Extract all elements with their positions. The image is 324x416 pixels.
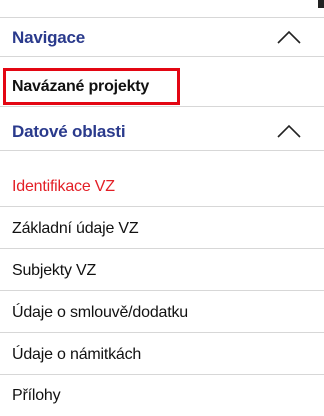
data-area-item-label: Subjekty VZ <box>12 262 97 279</box>
data-area-item-label: Přílohy <box>12 387 61 404</box>
nav-item-label: Navázané projekty <box>12 78 150 95</box>
data-areas-section-title: Datové oblasti <box>12 122 126 141</box>
chevron-up-icon[interactable] <box>276 120 302 142</box>
nav-item-linked-projects[interactable]: Navázané projekty <box>0 66 324 107</box>
data-areas-section-header[interactable]: Datové oblasti <box>0 113 324 151</box>
data-area-item-label: Základní údaje VZ <box>12 220 139 237</box>
chevron-up-icon[interactable] <box>276 26 302 48</box>
data-area-item-udaje-o-smlouve[interactable]: Údaje o smlouvě/dodatku <box>0 292 324 333</box>
data-area-item-subjekty-vz[interactable]: Subjekty VZ <box>0 250 324 291</box>
top-edge <box>0 0 324 18</box>
top-edge-stub <box>318 0 324 8</box>
data-area-item-identifikace-vz[interactable]: Identifikace VZ <box>0 166 324 207</box>
data-area-item-udaje-o-namitkach[interactable]: Údaje o námitkách <box>0 334 324 375</box>
data-area-item-zakladni-udaje-vz[interactable]: Základní údaje VZ <box>0 208 324 249</box>
navigation-section-title: Navigace <box>12 28 86 47</box>
data-area-item-label: Údaje o námitkách <box>12 346 142 363</box>
data-area-item-prilohy[interactable]: Přílohy <box>0 375 324 416</box>
data-area-item-label: Identifikace VZ <box>12 178 115 195</box>
data-area-item-label: Údaje o smlouvě/dodatku <box>12 304 188 321</box>
navigation-section-header[interactable]: Navigace <box>0 19 324 57</box>
